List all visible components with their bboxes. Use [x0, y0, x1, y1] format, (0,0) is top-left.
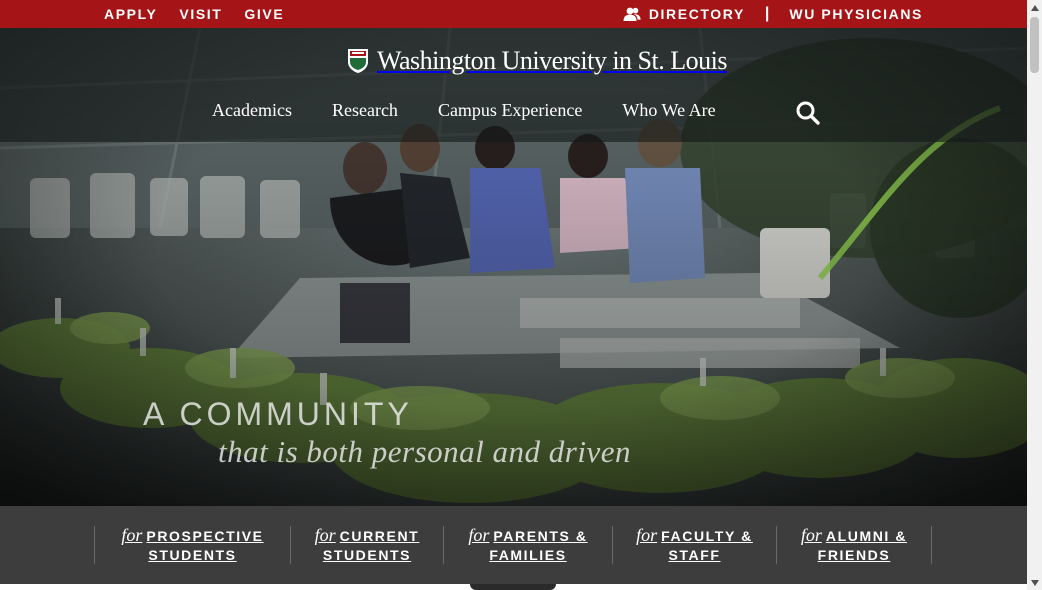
- apply-link[interactable]: APPLY: [104, 6, 157, 22]
- utility-separator: |: [764, 5, 770, 22]
- logo-text: Washington University in St. Louis: [377, 46, 727, 75]
- audience-for: for: [800, 524, 822, 545]
- hero: Washington University in St. Louis Acade…: [0, 28, 1027, 506]
- directory-label: DIRECTORY: [648, 6, 745, 22]
- search-icon: [796, 101, 820, 125]
- audience-label-2: STAFF: [668, 546, 721, 563]
- shield-icon: [348, 49, 368, 73]
- scrollbar-thumb[interactable]: [1030, 17, 1039, 73]
- scroll-up-button[interactable]: [1027, 0, 1042, 15]
- utility-links-right: DIRECTORY | WU PHYSICIANS: [623, 0, 923, 28]
- audience-for: for: [468, 524, 490, 545]
- audience-faculty-staff[interactable]: for FACULTY & STAFF: [612, 524, 776, 564]
- audience-nav: for PROSPECTIVE STUDENTS for CURRENT STUDE…: [0, 506, 1027, 584]
- hero-tagline-subtitle: that is both personal and driven: [218, 434, 631, 469]
- search-button[interactable]: [795, 100, 821, 126]
- main-nav: Academics Research Campus Experience Who…: [212, 100, 716, 121]
- utility-links-left: APPLY VISIT GIVE: [104, 0, 284, 28]
- visit-link[interactable]: VISIT: [179, 6, 222, 22]
- site-logo[interactable]: Washington University in St. Louis: [347, 46, 727, 76]
- audience-for: for: [636, 524, 658, 545]
- audience-label-1: PROSPECTIVE: [146, 527, 264, 544]
- scroll-down-button[interactable]: [1027, 575, 1042, 590]
- audience-label-2: STUDENTS: [148, 546, 237, 563]
- audience-label-1: ALUMNI &: [825, 527, 908, 544]
- audience-label-2: FRIENDS: [817, 546, 891, 563]
- audience-alumni-friends[interactable]: for ALUMNI & FRIENDS: [776, 524, 932, 564]
- scrollbar[interactable]: [1027, 0, 1042, 590]
- nav-who-we-are[interactable]: Who We Are: [622, 100, 715, 121]
- wu-physicians-link[interactable]: WU PHYSICIANS: [789, 6, 923, 22]
- nav-campus-experience[interactable]: Campus Experience: [438, 100, 582, 121]
- audience-prospective-students[interactable]: for PROSPECTIVE STUDENTS: [94, 524, 290, 564]
- content-tab-notch: [470, 584, 556, 590]
- audience-list: for PROSPECTIVE STUDENTS for CURRENT STUDE…: [94, 524, 932, 564]
- site-header: Washington University in St. Louis Acade…: [0, 28, 1027, 142]
- utility-bar: APPLY VISIT GIVE DIRECTORY | WU PHYSICIA…: [0, 0, 1027, 28]
- people-icon: [623, 7, 641, 21]
- hero-tagline-title: A COMMUNITY: [143, 396, 413, 432]
- triangle-down-icon: [1030, 579, 1039, 586]
- audience-for: for: [121, 524, 143, 545]
- nav-research[interactable]: Research: [332, 100, 398, 121]
- nav-academics[interactable]: Academics: [212, 100, 292, 121]
- audience-parents-families[interactable]: for PARENTS & FAMILIES: [443, 524, 612, 564]
- audience-current-students[interactable]: for CURRENT STUDENTS: [290, 524, 443, 564]
- give-link[interactable]: GIVE: [244, 6, 284, 22]
- audience-label-1: PARENTS &: [493, 527, 588, 544]
- audience-label-2: FAMILIES: [489, 546, 567, 563]
- audience-label-1: FACULTY &: [661, 527, 753, 544]
- audience-label-2: STUDENTS: [322, 546, 412, 563]
- triangle-up-icon: [1030, 4, 1039, 11]
- directory-link[interactable]: DIRECTORY: [623, 6, 745, 22]
- audience-label-1: CURRENT: [339, 527, 420, 544]
- audience-for: for: [314, 524, 336, 545]
